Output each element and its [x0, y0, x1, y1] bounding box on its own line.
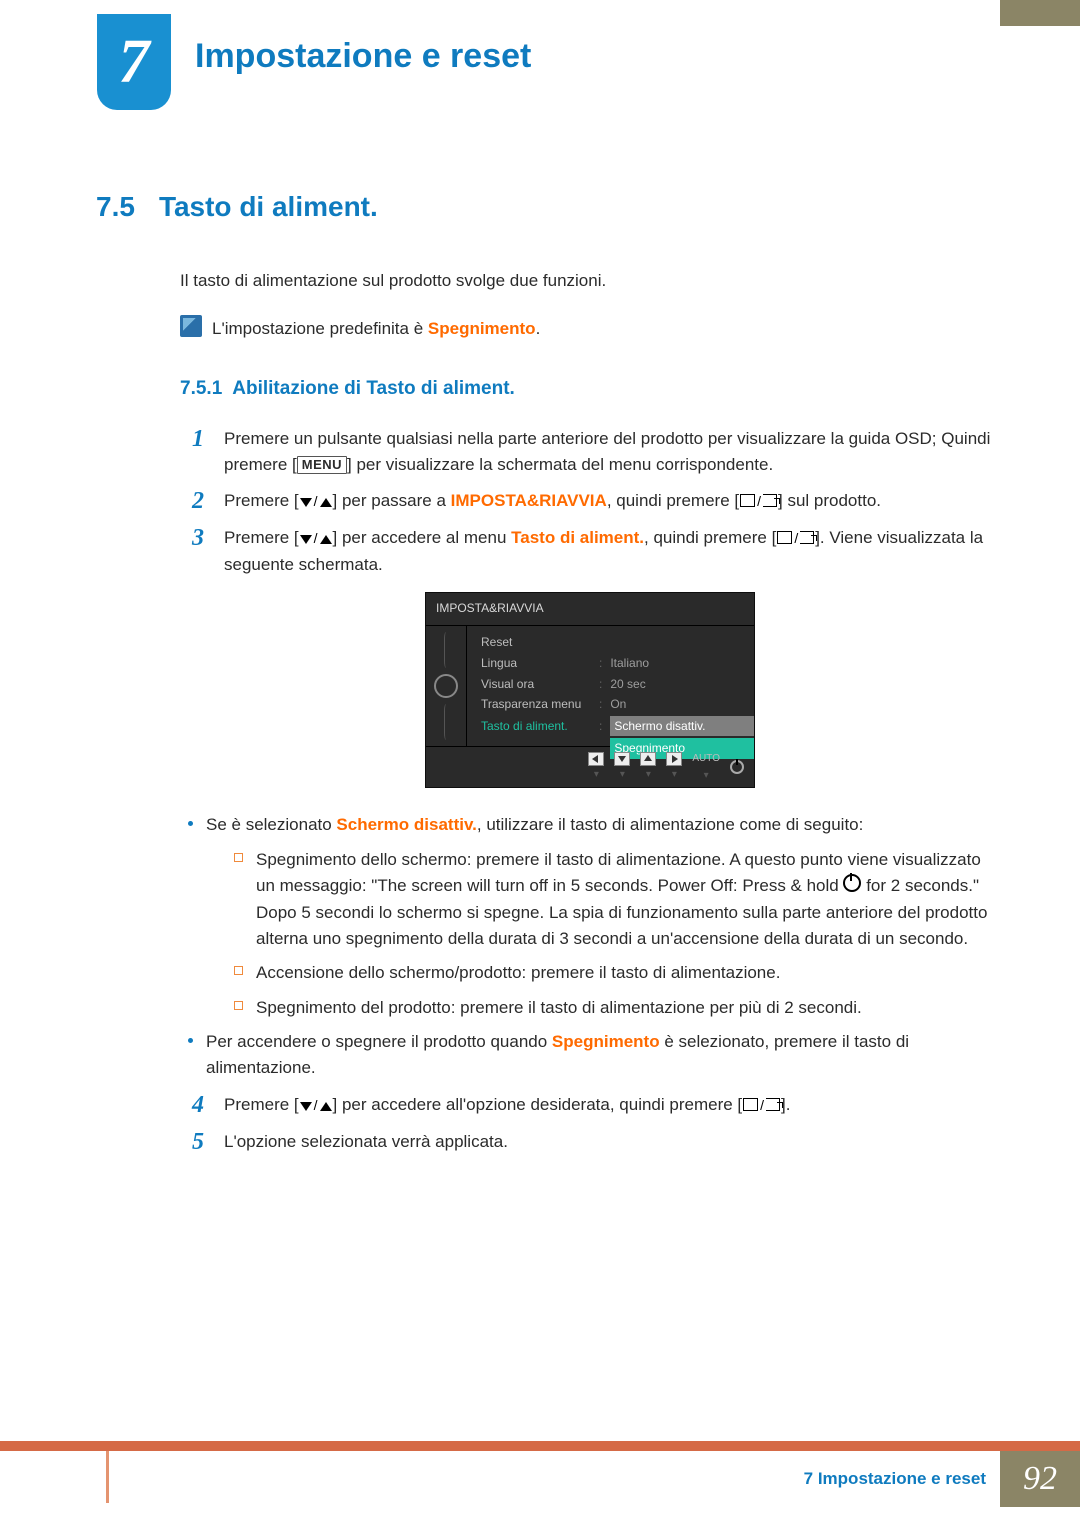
step-number: 2: [180, 488, 204, 515]
step-2-strong: IMPOSTA&RIAVVIA: [451, 491, 607, 510]
down-up-icon: /: [299, 1095, 333, 1117]
step-1-b: ] per visualizzare la schermata del menu…: [347, 455, 773, 474]
footer: 7 Impostazione e reset 92: [0, 1441, 1080, 1507]
step-2-c: , quindi premere [: [607, 491, 739, 510]
osd-label: Reset: [481, 633, 591, 652]
step-3-a: Premere [: [224, 528, 299, 547]
down-up-icon: /: [299, 491, 333, 513]
step-2-b: ] per passare a: [333, 491, 451, 510]
sub-bullet-1: Spegnimento dello schermo: premere il ta…: [234, 847, 1000, 952]
note-pre: L'impostazione predefinita è: [212, 319, 428, 338]
section-title: Tasto di aliment.: [159, 185, 378, 228]
down-up-icon: /: [299, 528, 333, 550]
osd-label: Visual ora: [481, 675, 591, 694]
osd-value: 20 sec: [610, 675, 645, 694]
chapter-badge: 7: [97, 14, 171, 110]
step-2: 2 Premere [/] per passare a IMPOSTA&RIAV…: [180, 488, 1000, 515]
bullet-1-b: , utilizzare il tasto di alimentazione c…: [477, 815, 863, 834]
up-icon: [640, 752, 656, 766]
osd-row: Visual ora:20 sec: [481, 674, 754, 695]
power-icon: [730, 760, 744, 774]
step-number: 4: [180, 1092, 204, 1119]
subsection-number: 7.5.1: [180, 378, 222, 399]
section-number: 7.5: [96, 185, 135, 228]
right-icon: [666, 752, 682, 766]
bullet-2-a: Per accendere o spegnere il prodotto qua…: [206, 1032, 552, 1051]
step-5: 5 L'opzione selezionata verrà applicata.: [180, 1129, 1000, 1156]
step-number: 1: [180, 426, 204, 479]
subsection-title: Abilitazione di Tasto di aliment.: [232, 378, 515, 399]
osd-row-active: Tasto di aliment.:Schermo disattiv.: [481, 715, 754, 738]
intro-text: Il tasto di alimentazione sul prodotto s…: [180, 268, 1000, 294]
step-2-a: Premere [: [224, 491, 299, 510]
bullet-1: Se è selezionato Schermo disattiv., util…: [180, 812, 1000, 1020]
osd-footer: ▾ ▾ ▾ ▾ AUTO▾: [426, 746, 754, 787]
sub-bullet-3: Spegnimento del prodotto: premere il tas…: [234, 995, 1000, 1021]
osd-row: Trasparenza menu:On: [481, 694, 754, 715]
page-number: 92: [1000, 1451, 1080, 1507]
footer-title: 7 Impostazione e reset: [804, 1466, 986, 1492]
step-3-b: ] per accedere al menu: [333, 528, 512, 547]
step-3-strong: Tasto di aliment.: [511, 528, 644, 547]
bullet-1-strong: Schermo disattiv.: [336, 815, 476, 834]
step-3: 3 Premere [/] per accedere al menu Tasto…: [180, 525, 1000, 578]
osd-label: Trasparenza menu: [481, 695, 591, 714]
down-icon: [614, 752, 630, 766]
step-4-a: Premere [: [224, 1095, 299, 1114]
osd-row: Reset: [481, 632, 754, 653]
osd-label: Tasto di aliment.: [481, 717, 591, 736]
menu-keycap: MENU: [297, 456, 347, 474]
bullet-2-strong: Spegnimento: [552, 1032, 660, 1051]
osd-row: Lingua:Italiano: [481, 653, 754, 674]
auto-label: AUTO: [692, 751, 720, 767]
osd-screenshot: IMPOSTA&RIAVVIA Reset Lingua:Italiano Vi…: [425, 592, 755, 789]
left-icon: [588, 752, 604, 766]
bullet-2: Per accendere o spegnere il prodotto qua…: [180, 1029, 1000, 1082]
osd-label: Lingua: [481, 654, 591, 673]
note-icon: [180, 315, 202, 337]
top-right-bar: [1000, 0, 1080, 26]
bullet-1-a: Se è selezionato: [206, 815, 336, 834]
subsection-heading: 7.5.1 Abilitazione di Tasto di aliment.: [180, 374, 1000, 403]
step-number: 3: [180, 525, 204, 578]
step-2-d: ] sul prodotto.: [778, 491, 881, 510]
osd-title: IMPOSTA&RIAVVIA: [426, 593, 754, 627]
note-text: L'impostazione predefinita è Spegnimento…: [212, 316, 540, 342]
osd-option: Schermo disattiv.: [610, 716, 754, 737]
step-number: 5: [180, 1129, 204, 1156]
select-icon: /: [739, 491, 778, 513]
step-3-c: , quindi premere [: [644, 528, 776, 547]
power-ring-icon: [434, 674, 458, 698]
note-post: .: [536, 319, 541, 338]
step-4-b: ] per accedere all'opzione desiderata, q…: [333, 1095, 743, 1114]
osd-value: On: [610, 695, 626, 714]
note-strong: Spegnimento: [428, 319, 536, 338]
step-4: 4 Premere [/] per accedere all'opzione d…: [180, 1092, 1000, 1119]
sub-bullet-2: Accensione dello schermo/prodotto: preme…: [234, 960, 1000, 986]
step-1: 1 Premere un pulsante qualsiasi nella pa…: [180, 426, 1000, 479]
power-icon: [843, 874, 861, 892]
select-icon: /: [742, 1095, 781, 1117]
osd-value: Italiano: [610, 654, 649, 673]
select-icon: /: [776, 528, 815, 550]
chapter-title: Impostazione e reset: [195, 30, 531, 83]
